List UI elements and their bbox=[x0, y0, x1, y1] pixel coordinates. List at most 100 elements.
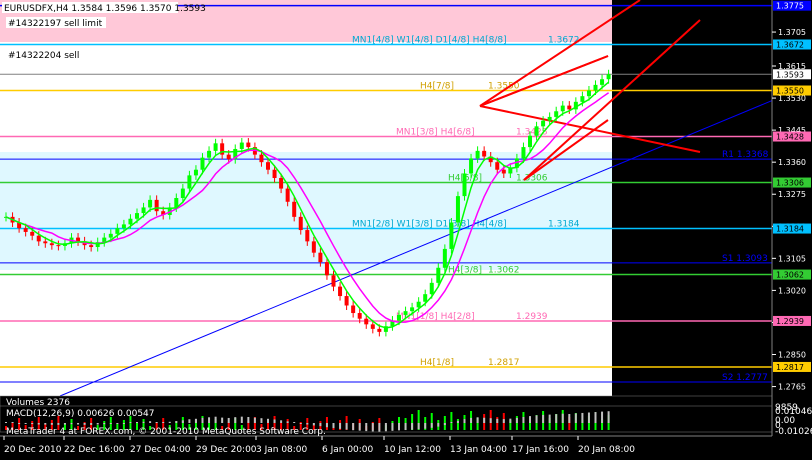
macd-bar bbox=[188, 419, 191, 423]
zone-dark-right bbox=[612, 0, 772, 396]
macd-bar bbox=[175, 421, 178, 423]
macd-bar bbox=[470, 417, 473, 423]
candle-body bbox=[541, 120, 546, 127]
macd-bar bbox=[280, 420, 283, 423]
macd-bar bbox=[424, 423, 427, 429]
time-tick-labels: 20 Dec 2010 22 Dec 16:00 27 Dec 04:00 29 De… bbox=[3, 436, 635, 455]
candle-body bbox=[279, 178, 284, 189]
candle-body bbox=[108, 233, 113, 238]
candle-body bbox=[567, 105, 572, 110]
candle-body bbox=[429, 282, 434, 295]
macd-bar bbox=[70, 423, 73, 425]
macd-bar bbox=[221, 417, 224, 423]
candle-body bbox=[23, 228, 28, 232]
macd-bar bbox=[365, 423, 368, 432]
macd-bar bbox=[267, 418, 269, 423]
candle-body bbox=[475, 150, 480, 159]
macd-bar bbox=[11, 422, 14, 423]
price-tick-label: 1.3105 bbox=[778, 254, 806, 263]
price-tick-label: 1.2765 bbox=[778, 383, 806, 392]
macd-bar bbox=[430, 423, 433, 428]
candle-body bbox=[128, 218, 133, 225]
macd-bar bbox=[122, 423, 125, 424]
candle-body bbox=[455, 196, 460, 223]
candle-body bbox=[43, 241, 48, 244]
macd-bar bbox=[339, 423, 342, 429]
macd-bar bbox=[116, 423, 119, 424]
macd-bar bbox=[561, 413, 564, 423]
macd-bar bbox=[483, 417, 486, 423]
candle-body bbox=[423, 294, 428, 302]
candle-body bbox=[495, 162, 500, 170]
level-label-v_2817: 1.2817 bbox=[488, 358, 520, 368]
macd-bar bbox=[522, 417, 525, 423]
chart-window[interactable]: MN1[4/8] W1[4/8] D1[4/8] H4[8/8] 1.3672 H4… bbox=[0, 0, 812, 456]
macd-bar bbox=[594, 412, 597, 423]
macd-bar bbox=[555, 414, 558, 423]
macd-bar bbox=[581, 412, 584, 423]
macd-bar bbox=[18, 423, 21, 424]
candle-body bbox=[121, 224, 126, 229]
order-sell[interactable]: #14322204 sell bbox=[8, 51, 79, 61]
macd-scale-mid: 0.00 bbox=[775, 416, 795, 426]
candle-body bbox=[449, 222, 454, 249]
macd-bar bbox=[417, 423, 420, 430]
macd-bar bbox=[129, 422, 132, 423]
macd-bar bbox=[378, 423, 381, 432]
footer-copyright: MetaTrader 4 at FOREX.com, © 2001-2010 M… bbox=[6, 427, 326, 437]
level-label-s2_2777: S2 1.2777 bbox=[722, 373, 768, 383]
candle-body bbox=[318, 252, 323, 263]
candle-body bbox=[324, 262, 329, 276]
macd-bar bbox=[96, 423, 99, 425]
macd-bar bbox=[142, 421, 145, 423]
volume-label: Volumes 2376 bbox=[6, 398, 70, 408]
macd-bar bbox=[83, 423, 86, 425]
time-tick-label: 10 Jan 12:00 bbox=[384, 445, 441, 455]
level-label-mn1_4: MN1[4/8] W1[4/8] D1[4/8] H4[8/8] bbox=[352, 36, 507, 46]
candle-body bbox=[351, 305, 356, 314]
level-label-mn1_28: MN1[2/8] W1[3/8] D1[3/8] H4[4/8] bbox=[352, 220, 507, 230]
candle-body bbox=[521, 147, 526, 159]
candle-body bbox=[298, 216, 303, 231]
zone-white-lower bbox=[0, 270, 612, 396]
candle-body bbox=[272, 169, 277, 179]
macd-bar bbox=[181, 420, 184, 423]
macd-bar bbox=[253, 417, 256, 423]
macd-bar bbox=[214, 416, 217, 423]
macd-bar bbox=[542, 414, 545, 423]
price-tag-label-green1: 1.3306 bbox=[776, 179, 804, 188]
candle-body bbox=[148, 199, 153, 208]
macd-bar bbox=[57, 423, 60, 425]
macd-bar bbox=[273, 419, 276, 423]
macd-bar bbox=[24, 423, 27, 424]
candle-body bbox=[338, 286, 343, 297]
candle-body bbox=[135, 213, 139, 219]
time-tick-label: 20 Jan 08:00 bbox=[578, 445, 635, 455]
price-tag-label-pink2: 1.2939 bbox=[776, 317, 804, 326]
candle-body bbox=[213, 143, 218, 151]
candle-body bbox=[482, 150, 487, 157]
price-tag-label-cyan2: 1.3184 bbox=[776, 225, 804, 234]
price-tick-label: 1.3360 bbox=[778, 158, 806, 167]
macd-bar bbox=[371, 423, 374, 432]
macd-bar bbox=[247, 417, 250, 423]
price-tick-label: 1.3275 bbox=[778, 190, 806, 199]
order-sell-limit[interactable]: #14322197 sell limit bbox=[8, 19, 103, 29]
macd-bar bbox=[31, 423, 34, 425]
macd-bar bbox=[162, 422, 165, 423]
macd-bar bbox=[548, 414, 551, 423]
candle-body bbox=[89, 245, 94, 248]
macd-bar bbox=[437, 423, 440, 427]
macd-bar bbox=[234, 417, 237, 423]
macd-bar bbox=[345, 423, 348, 430]
price-chart[interactable]: MN1[4/8] W1[4/8] D1[4/8] H4[8/8] 1.3672 H4… bbox=[0, 0, 812, 456]
level-label-v_3184: 1.3184 bbox=[548, 220, 580, 230]
candle-body bbox=[593, 84, 598, 91]
candle-body bbox=[200, 157, 205, 170]
candle-body bbox=[534, 126, 539, 136]
macd-bar bbox=[286, 421, 289, 423]
macd-bar bbox=[325, 423, 328, 428]
volume-bar bbox=[456, 419, 459, 430]
macd-bar bbox=[358, 423, 361, 431]
macd-bar bbox=[607, 411, 610, 423]
